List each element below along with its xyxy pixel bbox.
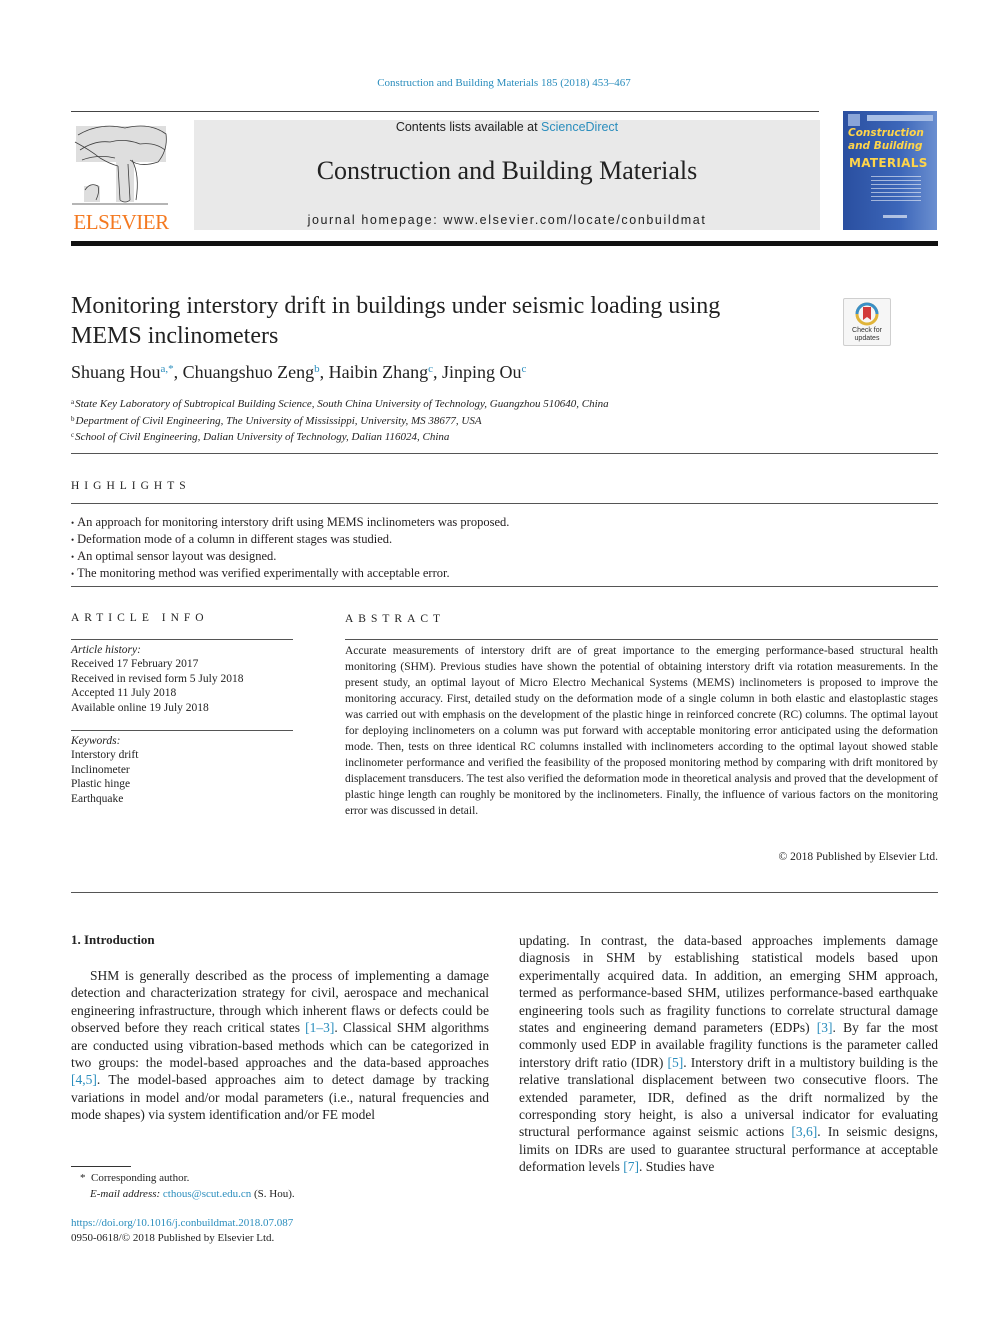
footnote-rule bbox=[71, 1166, 131, 1167]
abstract-text: Accurate measurements of interstory drif… bbox=[345, 645, 938, 817]
highlight-item: An approach for monitoring interstory dr… bbox=[71, 514, 509, 531]
author-affiliation-marker[interactable]: a,* bbox=[161, 363, 174, 375]
abstract-heading: ABSTRACT bbox=[345, 613, 446, 625]
cover-title-line2: and Building bbox=[848, 140, 923, 152]
keyword-item: Inclinometer bbox=[71, 763, 130, 776]
article-info-rule bbox=[71, 639, 293, 640]
history-item: Accepted 11 July 2018 bbox=[71, 687, 177, 700]
article-info-heading: ARTICLE INFO bbox=[71, 612, 209, 624]
corresponding-author-label: Corresponding author. bbox=[91, 1172, 190, 1184]
introduction-left-column: SHM is generally described as the proces… bbox=[71, 967, 489, 1124]
cover-title-line3: MATERIALS bbox=[849, 156, 928, 170]
affiliation-key: a bbox=[71, 398, 75, 406]
introduction-heading: 1. Introduction bbox=[71, 932, 155, 947]
author-list: Shuang Houa,*, Chuangshuo Zengb, Haibin … bbox=[71, 362, 527, 382]
author-affiliation-marker[interactable]: b bbox=[314, 363, 320, 375]
text-run: . The model-based approaches aim to dete… bbox=[71, 1072, 489, 1123]
author-name[interactable]: Chuangshuo Zeng bbox=[183, 362, 314, 382]
highlight-item: Deformation mode of a column in differen… bbox=[71, 531, 509, 548]
reference-link[interactable]: [4,5] bbox=[71, 1072, 97, 1087]
highlight-item: The monitoring method was verified exper… bbox=[71, 565, 509, 582]
highlights-list: An approach for monitoring interstory dr… bbox=[71, 514, 509, 582]
history-item: Available online 19 July 2018 bbox=[71, 701, 209, 714]
history-item: Received 17 February 2017 bbox=[71, 658, 199, 671]
affiliation-item: bDepartment of Civil Engineering, The Un… bbox=[71, 412, 609, 429]
reference-link[interactable]: [3] bbox=[817, 1020, 833, 1035]
affiliation-text: State Key Laboratory of Subtropical Buil… bbox=[75, 398, 609, 410]
doi-link[interactable]: https://doi.org/10.1016/j.conbuildmat.20… bbox=[71, 1217, 293, 1229]
abstract-copyright: © 2018 Published by Elsevier Ltd. bbox=[778, 851, 938, 863]
front-matter-bottom-rule bbox=[71, 892, 938, 893]
cover-title: Construction and Building bbox=[848, 127, 924, 153]
affiliation-text: School of Civil Engineering, Dalian Univ… bbox=[75, 431, 450, 443]
section-divider bbox=[71, 453, 938, 454]
introduction-paragraph: SHM is generally described as the proces… bbox=[71, 967, 489, 1124]
affiliations: aState Key Laboratory of Subtropical Bui… bbox=[71, 395, 609, 445]
keywords: Keywords: Interstory drift Inclinometer … bbox=[71, 734, 138, 806]
author-affiliation-marker[interactable]: c bbox=[428, 363, 433, 375]
journal-title: Construction and Building Materials bbox=[316, 156, 698, 185]
elsevier-tree-icon bbox=[72, 125, 168, 205]
affiliation-key: c bbox=[71, 431, 75, 439]
email-suffix: (S. Hou). bbox=[254, 1188, 295, 1200]
contents-line: Contents lists available at ScienceDirec… bbox=[194, 120, 820, 134]
elsevier-wordmark: ELSEVIER bbox=[73, 210, 169, 234]
doi-block: https://doi.org/10.1016/j.conbuildmat.20… bbox=[71, 1216, 293, 1246]
author-name[interactable]: Haibin Zhang bbox=[329, 362, 428, 382]
cover-footer-mark bbox=[883, 215, 907, 218]
check-for-updates-button[interactable]: Check for updates bbox=[843, 298, 891, 346]
introduction-right-column: updating. In contrast, the data-based ap… bbox=[519, 932, 938, 1176]
author-name[interactable]: Jinping Ou bbox=[442, 362, 522, 382]
contents-prefix: Contents lists available at bbox=[395, 120, 542, 134]
footnote-marker: * bbox=[80, 1172, 86, 1184]
header-top-rule bbox=[71, 111, 819, 112]
affiliation-item: cSchool of Civil Engineering, Dalian Uni… bbox=[71, 428, 609, 445]
keywords-rule bbox=[71, 730, 293, 731]
keyword-item: Earthquake bbox=[71, 792, 124, 805]
homepage-prefix: journal homepage: bbox=[307, 213, 444, 227]
corresponding-author-footnote: * Corresponding author. E-mail address: … bbox=[80, 1170, 295, 1202]
history-item: Received in revised form 5 July 2018 bbox=[71, 672, 244, 685]
author-affiliation-marker[interactable]: c bbox=[522, 363, 527, 375]
elsevier-logo[interactable]: ELSEVIER bbox=[70, 120, 172, 234]
article-title: Monitoring interstory drift in buildings… bbox=[71, 293, 721, 349]
journal-citation-link[interactable]: Construction and Building Materials 185 … bbox=[0, 77, 992, 89]
highlights-heading: HIGHLIGHTS bbox=[71, 480, 191, 492]
affiliation-item: aState Key Laboratory of Subtropical Bui… bbox=[71, 395, 609, 412]
reference-link[interactable]: [7] bbox=[623, 1159, 639, 1174]
author-name[interactable]: Shuang Hou bbox=[71, 362, 161, 382]
cover-band bbox=[867, 115, 933, 121]
cover-elsevier-icon bbox=[848, 114, 860, 126]
affiliation-key: b bbox=[71, 414, 75, 423]
journal-homepage: journal homepage: www.elsevier.com/locat… bbox=[194, 213, 820, 227]
keyword-item: Interstory drift bbox=[71, 749, 139, 762]
email-link[interactable]: cthous@scut.edu.cn bbox=[163, 1188, 251, 1200]
abstract-rule bbox=[345, 639, 938, 640]
affiliation-text: Department of Civil Engineering, The Uni… bbox=[75, 414, 482, 427]
journal-cover-image[interactable]: Construction and Building MATERIALS bbox=[843, 111, 937, 230]
sciencedirect-link[interactable]: ScienceDirect bbox=[541, 120, 618, 134]
email-label: E-mail address: bbox=[90, 1188, 161, 1200]
reference-link[interactable]: [5] bbox=[668, 1055, 684, 1070]
highlight-item: An optimal sensor layout was designed. bbox=[71, 548, 509, 565]
highlights-bottom-rule bbox=[71, 586, 938, 587]
article-history: Article history: Received 17 February 20… bbox=[71, 643, 243, 715]
check-updates-icon: Check for updates bbox=[852, 302, 883, 342]
cover-title-line1: Construction bbox=[848, 127, 924, 139]
check-updates-line2: updates bbox=[855, 335, 880, 342]
text-run: . Studies have bbox=[638, 1159, 715, 1175]
keyword-item: Plastic hinge bbox=[71, 778, 131, 791]
keywords-label: Keywords: bbox=[71, 735, 121, 747]
issn-copyright: 0950-0618/© 2018 Published by Elsevier L… bbox=[71, 1232, 275, 1244]
check-updates-line1: Check for bbox=[852, 327, 883, 334]
reference-link[interactable]: [1–3] bbox=[305, 1020, 334, 1035]
article-history-label: Article history: bbox=[71, 644, 141, 656]
cover-subtitle-lines bbox=[871, 176, 921, 204]
reference-link[interactable]: [3,6] bbox=[791, 1124, 817, 1139]
homepage-link[interactable]: www.elsevier.com/locate/conbuildmat bbox=[443, 213, 706, 227]
journal-banner: Contents lists available at ScienceDirec… bbox=[194, 120, 820, 230]
header-thick-rule bbox=[71, 241, 938, 246]
highlights-rule bbox=[71, 503, 938, 504]
